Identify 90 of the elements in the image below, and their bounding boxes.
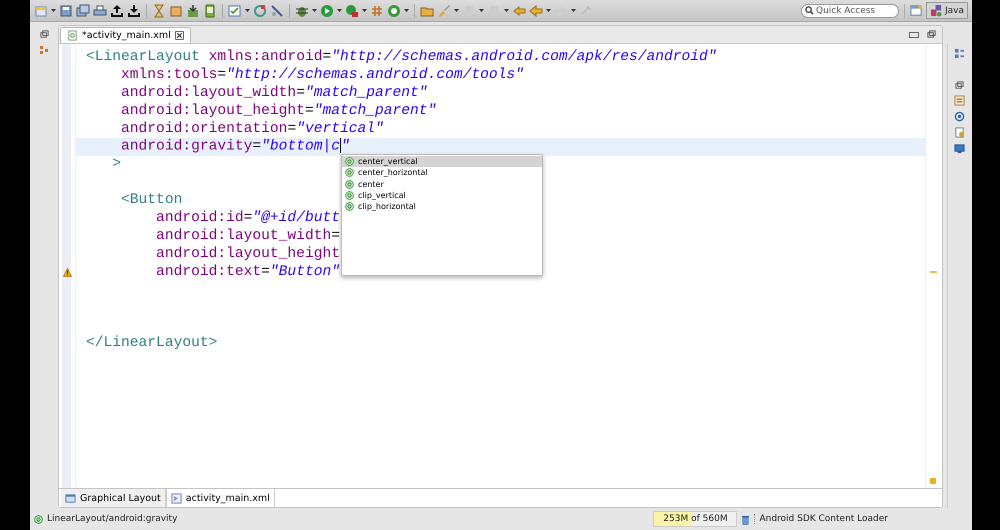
download-icon[interactable] [127, 4, 141, 18]
attribute-name: android:layout_width [120, 84, 296, 101]
save-icon[interactable] [59, 4, 73, 18]
editor-tab[interactable]: *activity_main.xml [60, 27, 191, 43]
code-text: = [322, 49, 332, 65]
attribute-name: android:layout_height [120, 102, 305, 119]
code-text: = [304, 102, 314, 119]
attribute-name: xmlns:android [208, 49, 322, 65]
import-icon[interactable] [186, 4, 200, 18]
tasks-icon[interactable] [954, 95, 964, 106]
print-icon[interactable] [93, 4, 107, 18]
caret-icon[interactable] [479, 9, 484, 12]
open-perspective-icon[interactable] [910, 4, 923, 17]
upload-icon[interactable] [110, 4, 124, 18]
attribute-value: "http://schemas.android.com/tools" [226, 66, 524, 83]
attribute-value: "http://schemas.android.com/apk/res/android" [331, 49, 717, 65]
heap-usage-text: 253M of 560M [663, 514, 728, 524]
package-icon[interactable] [169, 4, 183, 18]
java-icon [930, 4, 943, 17]
status-path: LinearLayout/android:gravity [47, 514, 178, 524]
attribute-name: android:layout_width [155, 228, 332, 244]
save-all-icon[interactable] [76, 4, 90, 18]
suggestion-item[interactable]: center [342, 178, 542, 190]
xml-file-icon [170, 492, 182, 504]
hourglass-icon[interactable] [152, 4, 166, 18]
caret-icon[interactable] [312, 9, 317, 12]
xml-tag: <LinearLayout [86, 49, 200, 65]
code-text: = [217, 66, 226, 83]
text-cursor [340, 138, 341, 154]
code-text: = [287, 120, 296, 137]
minimize-icon[interactable] [909, 32, 919, 38]
hierarchy-icon[interactable] [39, 45, 49, 55]
run-tools-icon[interactable] [345, 4, 359, 18]
close-icon[interactable] [174, 31, 184, 40]
xml-tag: <Button [86, 192, 182, 208]
trash-icon[interactable] [741, 514, 750, 524]
attribute-value: "bottom|c [261, 138, 340, 155]
quick-access-field[interactable]: Quick Access [800, 4, 899, 18]
suggestion-item[interactable]: clip_vertical [342, 190, 542, 202]
code-text: = [252, 138, 262, 155]
attribute-name: android:id [155, 210, 244, 226]
xml-tag: </LinearLayout> [86, 335, 218, 352]
maximize-icon[interactable] [927, 30, 936, 39]
attribute-icon [34, 514, 43, 524]
attribute-value: "vertical" [296, 120, 384, 137]
background-job-text: Android SDK Content Loader [754, 514, 888, 524]
restore-icon[interactable] [954, 81, 964, 90]
suggestion-item[interactable]: center_horizontal [342, 167, 542, 179]
caret-icon[interactable] [337, 9, 342, 12]
document-icon[interactable] [954, 127, 964, 138]
restore-icon[interactable] [40, 30, 48, 39]
attribute-name: android:gravity [120, 138, 252, 155]
caret-icon[interactable] [454, 9, 459, 12]
layout-icon [65, 492, 76, 504]
device-icon[interactable] [203, 4, 217, 18]
xml-file-icon [67, 30, 78, 41]
attribute-value: "match_parent" [304, 84, 428, 101]
code-text: = [261, 264, 270, 280]
editor-mode-tab[interactable]: activity_main.xml [166, 489, 275, 507]
attribute-value: "@+id/butt [252, 210, 340, 226]
status-marker [930, 478, 936, 484]
attribute-value: "Button" [270, 264, 340, 280]
suggestion-item[interactable]: clip_horizontal [342, 201, 542, 212]
code-text: = [296, 84, 305, 101]
attribute-name: android:orientation [120, 120, 288, 137]
monitor-icon[interactable] [954, 143, 964, 154]
suggestion-item[interactable]: center_vertical [342, 156, 542, 168]
caret-icon[interactable] [362, 9, 367, 12]
attribute-name: android:text [155, 264, 262, 280]
caret-icon[interactable] [546, 9, 551, 12]
caret-icon[interactable] [571, 9, 576, 12]
attribute-name: xmlns:tools [120, 66, 218, 83]
warning-marker[interactable] [930, 271, 937, 273]
attribute-name: android:layout_height [155, 246, 340, 262]
caret-icon[interactable] [504, 9, 509, 12]
code-text: = [331, 228, 340, 244]
outline-icon[interactable] [954, 48, 964, 59]
checklist-icon[interactable] [228, 4, 242, 18]
code-text: = [244, 210, 252, 226]
caret-icon[interactable] [404, 9, 409, 12]
tab-label: *activity_main.xml [82, 30, 171, 41]
run-icon[interactable] [320, 4, 334, 18]
caret-icon[interactable] [51, 9, 56, 12]
caret-icon[interactable] [245, 9, 250, 12]
editor-mode-tab[interactable]: Graphical Layout [61, 489, 166, 507]
attribute-value: "match_parent" [314, 102, 436, 119]
search-icon [804, 6, 814, 15]
attribute-value: " [341, 138, 350, 155]
perspective-button[interactable]: Java [926, 2, 968, 19]
xml-tag: > [86, 156, 122, 172]
